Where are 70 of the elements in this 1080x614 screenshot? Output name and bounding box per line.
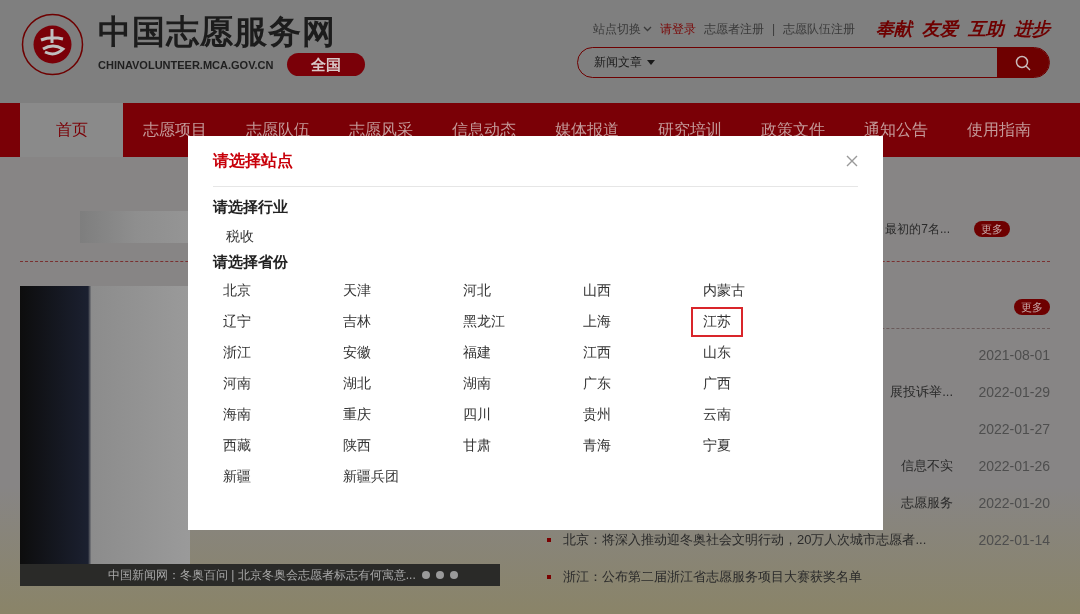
slogan-word: 进步 (1014, 18, 1050, 41)
section-heading: 请选择行业 (213, 197, 289, 217)
chevron-icon (643, 26, 652, 32)
news-date: 2022-01-14 (978, 531, 1050, 548)
scope-badge: 全国 (287, 53, 366, 76)
photo-caption[interactable]: 中国新闻网：冬奥百问 | 北京冬奥会志愿者标志有何寓意... (108, 566, 416, 584)
news-date: 2022-01-29 (978, 383, 1050, 400)
news-date: 2021-08-01 (978, 346, 1050, 363)
province-option[interactable]: 山西 (571, 275, 623, 306)
bullet-icon (547, 574, 551, 579)
province-option[interactable]: 吉林 (331, 306, 383, 337)
province-option[interactable]: 云南 (691, 399, 743, 430)
province-option[interactable]: 江苏 (691, 306, 743, 337)
province-option[interactable]: 广西 (691, 368, 743, 399)
province-option[interactable]: 天津 (331, 275, 383, 306)
province-option[interactable]: 内蒙古 (691, 275, 757, 306)
slogan-word: 友爱 (922, 18, 958, 41)
slogan-word: 互助 (968, 18, 1004, 41)
province-option[interactable]: 四川 (451, 399, 503, 430)
slogan-word: 奉献 (876, 18, 912, 41)
province-option[interactable]: 湖南 (451, 368, 503, 399)
close-button[interactable] (844, 153, 860, 169)
news-link[interactable]: 志愿服务 (901, 494, 953, 510)
province-option[interactable]: 黑龙江 (451, 306, 517, 337)
logo-icon (21, 13, 84, 76)
news-link[interactable]: 信息不实 (901, 457, 953, 473)
section-heading: 请选择省份 (213, 252, 289, 272)
news-date: 2022-01-26 (978, 457, 1050, 474)
province-option[interactable]: 广东 (571, 368, 623, 399)
province-option[interactable]: 安徽 (331, 337, 383, 368)
province-option[interactable]: 辽宁 (211, 306, 263, 337)
province-option[interactable]: 河南 (211, 368, 263, 399)
news-link[interactable]: 浙江：公布第二届浙江省志愿服务项目大赛获奖名单 (563, 568, 862, 584)
province-option[interactable]: 河北 (451, 275, 503, 306)
news-link[interactable]: 北京：将深入推动迎冬奥社会文明行动，20万人次城市志愿者... (563, 531, 927, 547)
province-option[interactable]: 福建 (451, 337, 503, 368)
province-option[interactable]: 重庆 (331, 399, 383, 430)
site-domain: CHINAVOLUNTEER.MCA.GOV.CN (98, 58, 274, 71)
close-icon (846, 155, 858, 167)
province-option[interactable]: 海南 (211, 399, 263, 430)
province-option[interactable]: 贵州 (571, 399, 623, 430)
separator: | (772, 22, 776, 36)
province-option[interactable]: 浙江 (211, 337, 263, 368)
more-link[interactable]: 更多 (974, 221, 1010, 237)
carousel-dot[interactable] (435, 571, 444, 579)
news-date: 2022-01-27 (978, 420, 1050, 437)
news-link[interactable]: 最初的7名... (885, 220, 950, 238)
news-link[interactable]: 展投诉举... (890, 383, 953, 399)
province-option[interactable]: 西藏 (211, 430, 263, 461)
province-option[interactable]: 青海 (571, 430, 623, 461)
nav-tab[interactable]: 使用指南 (947, 103, 1050, 157)
province-option[interactable]: 北京 (211, 275, 263, 306)
province-option[interactable]: 新疆兵团 (331, 461, 411, 492)
nav-tab[interactable]: 通知公告 (844, 103, 947, 157)
dialog-title: 请选择站点 (213, 150, 293, 171)
province-option[interactable]: 上海 (571, 306, 623, 337)
province-option[interactable]: 湖北 (331, 368, 383, 399)
carousel-dot[interactable] (449, 571, 458, 579)
industry-option[interactable]: 税收 (222, 228, 258, 246)
province-option[interactable]: 陕西 (331, 430, 383, 461)
carousel-dot[interactable] (421, 571, 430, 579)
province-option[interactable]: 宁夏 (691, 430, 743, 461)
province-option[interactable]: 甘肃 (451, 430, 503, 461)
province-option[interactable]: 山东 (691, 337, 743, 368)
news-date: 2022-01-20 (978, 494, 1050, 511)
more-link[interactable]: 更多 (1014, 299, 1050, 315)
bullet-icon (547, 537, 551, 542)
province-option[interactable]: 江西 (571, 337, 623, 368)
province-option[interactable]: 新疆 (211, 461, 263, 492)
site-title: 中国志愿服务网 (98, 13, 337, 50)
